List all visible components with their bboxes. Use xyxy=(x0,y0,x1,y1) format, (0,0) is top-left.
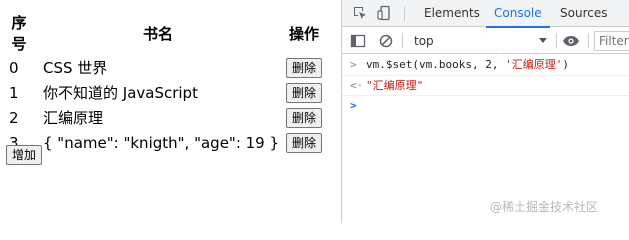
devtools-panel: Elements Console Sources top > vm.$set(v… xyxy=(341,0,629,223)
chevron-right-icon: > xyxy=(350,58,357,71)
row-book-name: 你不知道的 JavaScript xyxy=(43,84,198,102)
add-button[interactable]: 增加 xyxy=(6,145,43,165)
books-table: 序号 书名 操作 0 CSS 世界 删除 1 你不知道的 JavaScript … xyxy=(2,10,328,156)
tab-console[interactable]: Console xyxy=(486,0,550,28)
table-header-row: 序号 书名 操作 xyxy=(4,12,326,54)
console-input-string: '汇编原理' xyxy=(505,58,563,71)
chevron-down-icon xyxy=(539,38,547,43)
header-index: 序号 xyxy=(11,14,27,53)
console-input-line: > vm.$set(vm.books, 2, '汇编原理') xyxy=(342,55,629,75)
context-select-value: top xyxy=(414,34,434,48)
table-row: 1 你不知道的 JavaScript 删除 xyxy=(4,81,326,104)
console-result-value: "汇编原理" xyxy=(366,79,424,92)
eye-icon[interactable] xyxy=(562,33,579,49)
row-index: 1 xyxy=(9,83,19,102)
delete-button[interactable]: 删除 xyxy=(286,82,323,103)
console-input-code: vm.$set(vm.books, 2, xyxy=(366,58,506,71)
header-action: 操作 xyxy=(289,24,320,43)
header-name: 书名 xyxy=(143,24,174,43)
row-index: 2 xyxy=(9,108,19,127)
delete-button[interactable]: 删除 xyxy=(286,132,323,153)
devtools-tabbar: Elements Console Sources xyxy=(342,0,629,28)
table-row: 0 CSS 世界 删除 xyxy=(4,56,326,79)
sidebar-toggle-icon[interactable] xyxy=(350,33,366,49)
table-row: 3 { "name": "knigth", "age": 19 } 删除 xyxy=(4,131,326,154)
row-book-name: { "name": "knigth", "age": 19 } xyxy=(43,133,280,152)
delete-button[interactable]: 删除 xyxy=(286,107,323,128)
chevron-right-icon: > xyxy=(350,99,357,112)
filter-input[interactable] xyxy=(594,31,629,51)
device-toolbar-icon[interactable] xyxy=(377,5,393,21)
toolbar-divider xyxy=(404,6,405,21)
console-prompt-line[interactable]: > xyxy=(342,95,629,115)
toolbar-divider xyxy=(402,33,403,48)
tab-elements[interactable]: Elements xyxy=(424,0,480,27)
row-book-name: 汇编原理 xyxy=(43,109,104,127)
inspect-element-icon[interactable] xyxy=(352,5,368,21)
table-row: 2 汇编原理 删除 xyxy=(4,106,326,129)
watermark: @稀土掘金技术社区 xyxy=(490,200,599,214)
toolbar-divider xyxy=(588,33,589,48)
delete-button[interactable]: 删除 xyxy=(286,57,323,78)
context-select[interactable]: top xyxy=(406,32,547,50)
app-page: 序号 书名 操作 0 CSS 世界 删除 1 你不知道的 JavaScript … xyxy=(0,0,341,223)
console-toolbar: top xyxy=(342,28,629,54)
console-result-line: <· "汇编原理" xyxy=(342,75,629,95)
row-index: 0 xyxy=(9,58,19,77)
result-arrow-icon: <· xyxy=(350,79,364,92)
toolbar-divider xyxy=(556,33,557,48)
row-book-name: CSS 世界 xyxy=(43,59,108,77)
tab-sources[interactable]: Sources xyxy=(560,0,607,27)
clear-console-icon[interactable] xyxy=(378,33,394,49)
console-input-code: ) xyxy=(562,58,569,71)
